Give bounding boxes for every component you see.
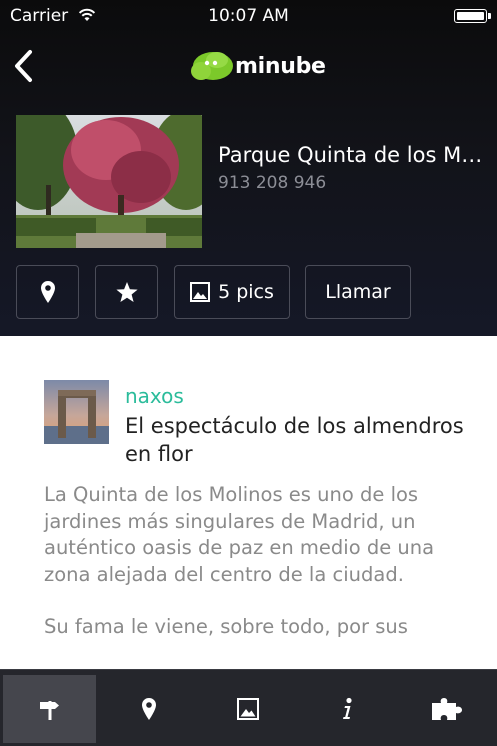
avatar[interactable] [44,380,109,444]
park-photo-image [16,115,202,248]
chevron-left-icon [15,50,32,82]
place-photo[interactable] [16,115,202,248]
signpost-icon [39,701,59,720]
place-title: Parque Quinta de los Molinos [218,143,486,167]
portal-photo-image [44,380,109,444]
place-phone: 913 208 946 [218,173,327,193]
map-pin-icon [40,281,55,303]
review-title: El espectáculo de los almendros en flor [125,414,464,466]
place-header: Carrier 10:07 AM minube Parque Quinta de… [0,0,497,336]
tab-extras[interactable] [399,675,492,743]
review-paragraph: La Quinta de los Molinos es uno de los j… [44,483,435,586]
tab-photos[interactable] [201,675,294,743]
map-button[interactable] [16,265,79,319]
review-author[interactable]: naxos [125,384,184,408]
review-paragraph: Su fama le viene, sobre todo, por sus [44,615,408,638]
favorite-button[interactable] [95,265,158,319]
photos-button[interactable]: 5 pics [174,265,290,319]
battery-icon [454,9,491,23]
brand-name: minube [235,53,326,79]
review-content[interactable]: naxos El espectáculo de los almendros en… [0,336,497,669]
clock: 10:07 AM [208,6,289,26]
picture-icon [190,282,211,302]
star-icon [115,281,138,302]
tab-map[interactable] [102,675,195,743]
cloud-logo-icon [191,52,233,80]
navigation-bar: minube [0,34,497,98]
status-bar: Carrier 10:07 AM [0,0,497,34]
info-icon [342,697,352,719]
tab-info[interactable] [300,675,393,743]
review-body: La Quinta de los Molinos es uno de los j… [44,482,464,667]
minube-logo: minube [189,49,326,83]
photos-label: 5 pics [218,281,274,303]
call-label: Llamar [325,281,391,303]
tab-guide[interactable] [3,675,96,743]
tab-bar [0,669,497,746]
picture-icon [236,698,259,720]
map-pin-icon [141,698,156,720]
call-button[interactable]: Llamar [305,265,411,319]
back-button[interactable] [10,48,40,84]
puzzle-icon [431,698,462,720]
